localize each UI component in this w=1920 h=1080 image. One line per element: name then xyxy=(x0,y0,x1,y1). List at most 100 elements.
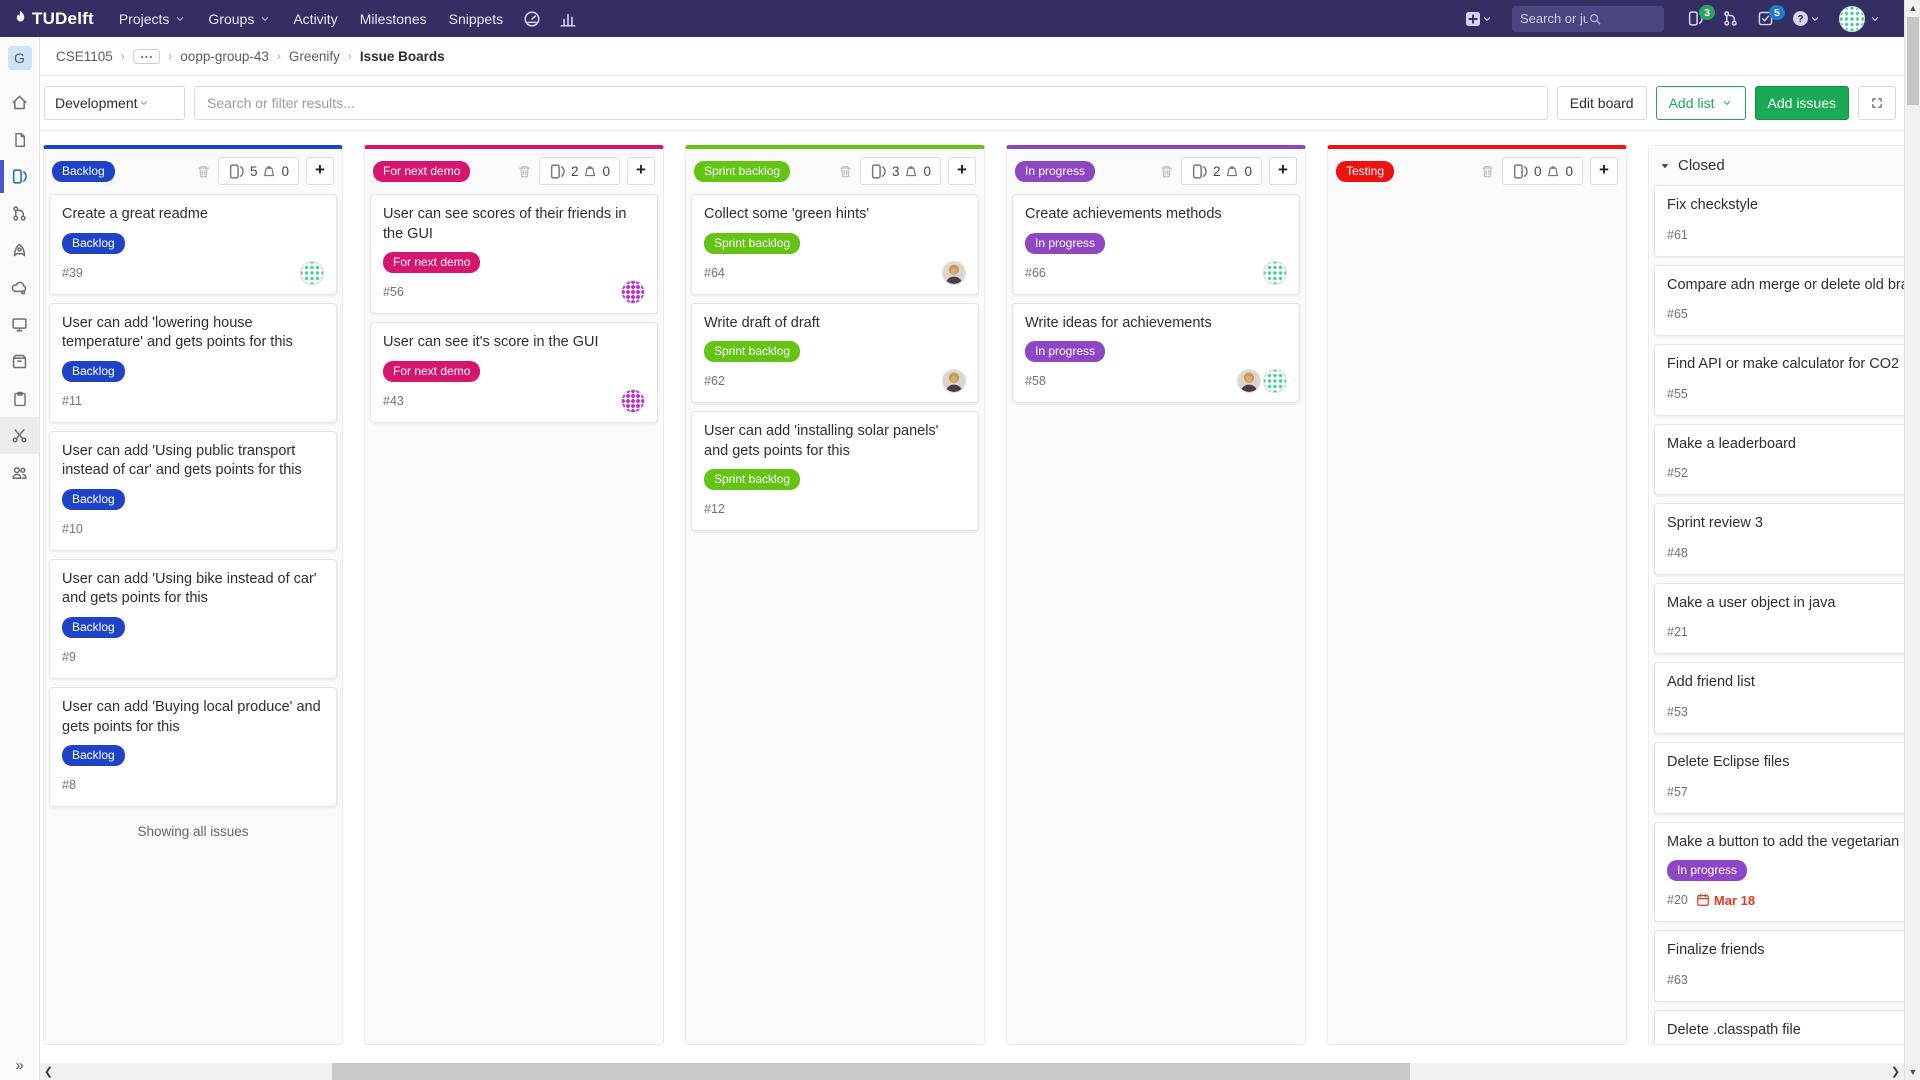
horizontal-scroll-thumb[interactable] xyxy=(332,1063,1410,1080)
sidebar-item-members[interactable] xyxy=(0,454,39,491)
issue-card-title[interactable]: User can see scores of their friends in … xyxy=(383,205,645,244)
nav-item-projects[interactable]: Projects xyxy=(108,0,198,37)
issue-card-title[interactable]: User can add 'lowering house temperature… xyxy=(62,314,324,353)
issue-card[interactable]: User can see scores of their friends in … xyxy=(370,194,658,314)
issue-card-title[interactable]: User can add 'Using public transport ins… xyxy=(62,442,324,481)
delete-list-icon[interactable] xyxy=(1159,164,1174,179)
issue-card-title[interactable]: Find API or make calculator for CO2 xyxy=(1667,355,1920,375)
issue-card-title[interactable]: Collect some 'green hints' xyxy=(704,205,966,225)
breadcrumb-link[interactable]: CSE1105 xyxy=(56,49,113,64)
sidebar-item-merge-requests[interactable] xyxy=(0,195,39,232)
issue-label-pill[interactable]: Backlog xyxy=(62,745,125,766)
issue-label-pill[interactable]: Sprint backlog xyxy=(704,341,800,362)
issue-card[interactable]: Compare adn merge or delete old branches… xyxy=(1654,265,1920,337)
delete-list-icon[interactable] xyxy=(838,164,853,179)
nav-item-snippets[interactable]: Snippets xyxy=(438,0,514,37)
issue-label-pill[interactable]: Backlog xyxy=(62,617,125,638)
issue-card-title[interactable]: Write draft of draft xyxy=(704,314,966,334)
delete-list-icon[interactable] xyxy=(1480,164,1495,179)
issue-card[interactable]: User can add 'Buying local produce' and … xyxy=(49,687,337,807)
issue-card[interactable]: Delete .classpath file#54 xyxy=(1654,1010,1920,1044)
breadcrumb-ellipsis-button[interactable]: … xyxy=(133,49,161,64)
issue-card-title[interactable]: Add friend list xyxy=(1667,673,1920,693)
add-issue-to-list-button[interactable]: + xyxy=(306,157,334,185)
assignee-avatar[interactable] xyxy=(1237,369,1261,393)
issue-card[interactable]: Make a user object in java#21 xyxy=(1654,583,1920,655)
issue-label-pill[interactable]: Backlog xyxy=(62,233,125,254)
help-menu-button[interactable]: ? xyxy=(1783,0,1830,37)
issue-card-title[interactable]: User can add 'installing solar panels' a… xyxy=(704,422,966,461)
new-menu-button[interactable] xyxy=(1456,0,1502,37)
issue-card[interactable]: Write draft of draftSprint backlog#62 xyxy=(691,303,979,404)
issue-label-pill[interactable]: Sprint backlog xyxy=(704,469,800,490)
issue-card[interactable]: Find API or make calculator for CO2#55 xyxy=(1654,344,1920,416)
issue-label-pill[interactable]: Backlog xyxy=(62,361,125,382)
issue-label-pill[interactable]: In progress xyxy=(1025,341,1105,362)
issue-card-title[interactable]: Create a great readme xyxy=(62,205,324,225)
sidebar-item-snippets[interactable] xyxy=(0,417,39,454)
sidebar-item-issue-boards[interactable] xyxy=(0,158,39,195)
scroll-down-arrow[interactable]: ▼ xyxy=(1905,1064,1920,1080)
assignee-avatar[interactable] xyxy=(942,369,966,393)
nav-item-activity[interactable]: Activity xyxy=(282,0,348,37)
issue-card[interactable]: Add friend list#53 xyxy=(1654,662,1920,734)
add-issue-to-list-button[interactable]: + xyxy=(1590,157,1618,185)
issue-card-title[interactable]: Create achievements methods xyxy=(1025,205,1287,225)
issue-label-pill[interactable]: In progress xyxy=(1667,860,1747,881)
issue-card-title[interactable]: Finalize friends xyxy=(1667,941,1920,961)
scroll-left-arrow[interactable]: ❮ xyxy=(40,1063,57,1080)
project-avatar[interactable]: G xyxy=(8,46,32,70)
breadcrumb-link[interactable]: Greenify xyxy=(289,49,340,64)
vertical-scroll-thumb[interactable] xyxy=(1907,17,1919,105)
issue-card-title[interactable]: Sprint review 3 xyxy=(1667,514,1920,534)
vertical-scrollbar[interactable]: ▲ ▼ xyxy=(1904,0,1920,1080)
issue-card-title[interactable]: Compare adn merge or delete old branches xyxy=(1667,276,1920,296)
issue-card-title[interactable]: Fix checkstyle xyxy=(1667,196,1920,216)
add-list-button[interactable]: Add list xyxy=(1656,86,1746,120)
issue-card-title[interactable]: Write ideas for achievements xyxy=(1025,314,1287,334)
board-select-dropdown[interactable]: Development xyxy=(44,86,185,120)
scroll-right-arrow[interactable]: ❯ xyxy=(1887,1063,1904,1080)
issue-card-title[interactable]: Make a button to add the vegetarian xyxy=(1667,833,1920,853)
sidebar-item-analytics[interactable] xyxy=(0,380,39,417)
assignee-avatar[interactable] xyxy=(621,280,645,304)
issue-card[interactable]: Make a button to add the vegetarian In pr… xyxy=(1654,822,1920,923)
nav-item-milestones[interactable]: Milestones xyxy=(349,0,438,37)
assignee-avatar[interactable] xyxy=(1263,369,1287,393)
tudelft-logo[interactable]: TUDelft xyxy=(14,9,94,29)
todos-shortcut-button[interactable]: 5 xyxy=(1748,0,1783,37)
issues-shortcut-button[interactable]: 3 xyxy=(1678,0,1713,37)
issue-label-pill[interactable]: For next demo xyxy=(383,361,480,382)
issue-card[interactable]: Delete Eclipse files#57 xyxy=(1654,742,1920,814)
fullscreen-button[interactable] xyxy=(1858,86,1896,120)
issue-card[interactable]: Collect some 'green hints' Sprint backlog… xyxy=(691,194,979,295)
issue-card[interactable]: Fix checkstyle#61 xyxy=(1654,185,1920,257)
issue-card[interactable]: User can add 'installing solar panels' a… xyxy=(691,411,979,531)
issue-filter-input[interactable]: Search or filter results... xyxy=(194,86,1548,120)
edit-board-button[interactable]: Edit board xyxy=(1557,86,1647,120)
issue-label-pill[interactable]: Sprint backlog xyxy=(704,233,800,254)
issue-card[interactable]: Sprint review 3#48 xyxy=(1654,503,1920,575)
breadcrumb-link[interactable]: oopp-group-43 xyxy=(180,49,269,64)
assignee-avatar[interactable] xyxy=(1263,261,1287,285)
issue-label-pill[interactable]: For next demo xyxy=(383,252,480,273)
user-menu-button[interactable] xyxy=(1830,0,1890,37)
issue-card[interactable]: Create achievements methodsIn progress#6… xyxy=(1012,194,1300,295)
add-issues-button[interactable]: Add issues xyxy=(1755,86,1849,120)
global-search-input[interactable]: Search or jump to... xyxy=(1512,6,1664,32)
issue-card[interactable]: User can add 'Using bike instead of car'… xyxy=(49,559,337,679)
sidebar-item-environments[interactable] xyxy=(0,306,39,343)
issue-card[interactable]: Make a leaderboard#52 xyxy=(1654,424,1920,496)
sidebar-item-packages[interactable] xyxy=(0,343,39,380)
issue-card[interactable]: Finalize friends#63 xyxy=(1654,930,1920,1002)
assignee-avatar[interactable] xyxy=(942,261,966,285)
sidebar-item-project-overview[interactable] xyxy=(0,84,39,121)
issue-card-title[interactable]: Delete Eclipse files xyxy=(1667,753,1920,773)
add-issue-to-list-button[interactable]: + xyxy=(1269,157,1297,185)
delete-list-icon[interactable] xyxy=(517,164,532,179)
add-issue-to-list-button[interactable]: + xyxy=(627,157,655,185)
charts-icon[interactable] xyxy=(550,0,586,37)
sidebar-item-operations[interactable] xyxy=(0,269,39,306)
sidebar-item-repository[interactable] xyxy=(0,121,39,158)
assignee-avatar[interactable] xyxy=(300,261,324,285)
